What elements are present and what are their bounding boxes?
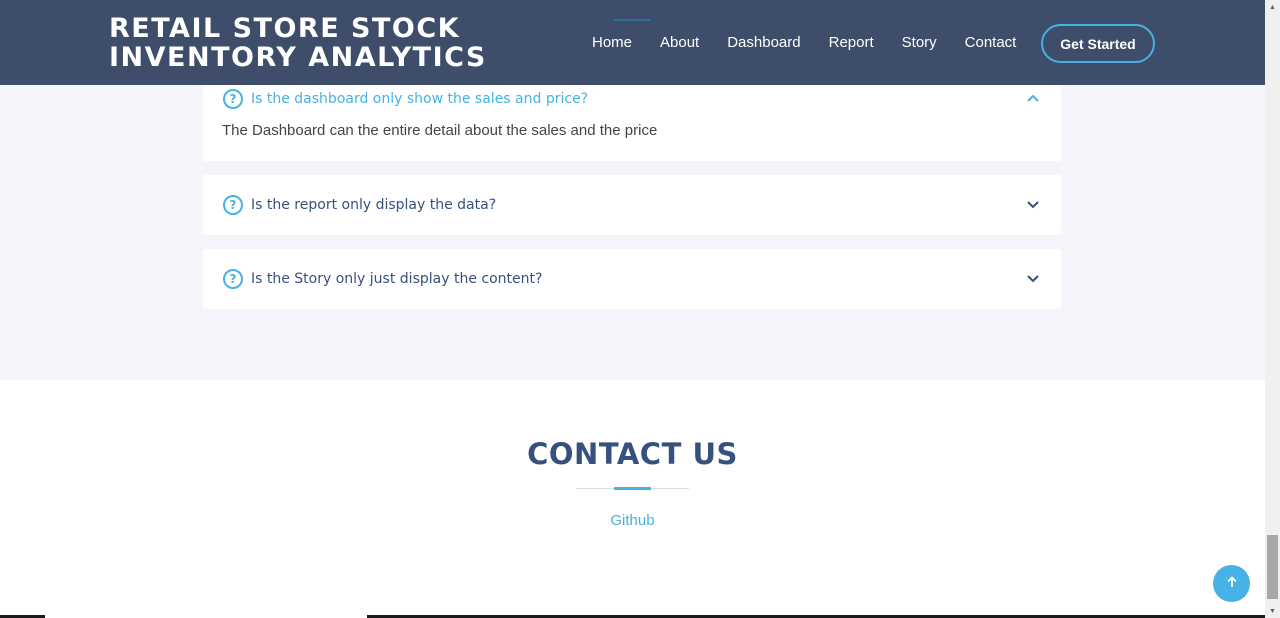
logo-line-2: INVENTORY ANALYTICS: [109, 42, 487, 73]
question-circle-icon: ?: [223, 269, 243, 289]
faq-question-text: Is the report only display the data?: [251, 197, 497, 213]
scroll-up-arrow-icon[interactable]: ▲: [1265, 0, 1280, 14]
chevron-up-icon[interactable]: [1027, 92, 1039, 104]
site-header: RETAIL STORE STOCK INVENTORY ANALYTICS H…: [0, 0, 1265, 85]
contact-section: CONTACT US: [0, 380, 1265, 618]
faq-question-text: Is the dashboard only show the sales and…: [251, 91, 589, 107]
main-nav: Home About Dashboard Report Story Contac…: [592, 0, 1044, 85]
site-logo[interactable]: RETAIL STORE STOCK INVENTORY ANALYTICS: [109, 14, 487, 72]
logo-line-1: RETAIL STORE STOCK: [109, 13, 461, 44]
faq-question-toggle[interactable]: ? Is the report only display the data?: [223, 195, 496, 215]
nav-home[interactable]: Home: [592, 34, 632, 51]
nav-about[interactable]: About: [660, 34, 699, 51]
scrollbar-thumb[interactable]: [1267, 535, 1278, 599]
faq-item: ? Is the report only display the data?: [203, 175, 1061, 235]
title-divider-accent: [614, 487, 651, 490]
get-started-button[interactable]: Get Started: [1041, 24, 1155, 63]
back-to-top-button[interactable]: [1213, 565, 1250, 602]
contact-title: CONTACT US: [527, 437, 738, 471]
arrow-up-icon: [1226, 575, 1238, 593]
chevron-down-icon[interactable]: [1027, 273, 1039, 285]
question-circle-icon: ?: [223, 89, 243, 109]
nav-contact[interactable]: Contact: [965, 34, 1017, 51]
nav-story[interactable]: Story: [902, 34, 937, 51]
faq-question-toggle[interactable]: ? Is the dashboard only show the sales a…: [223, 89, 588, 109]
page-scrollbar[interactable]: ▲ ▼: [1265, 0, 1280, 618]
faq-answer-text: The Dashboard can the entire detail abou…: [222, 122, 658, 139]
github-link[interactable]: Github: [0, 512, 1265, 529]
chevron-down-icon[interactable]: [1027, 199, 1039, 211]
question-circle-icon: ?: [223, 195, 243, 215]
scroll-down-arrow-icon[interactable]: ▼: [1265, 604, 1280, 618]
faq-item: ? Is the Story only just display the con…: [203, 249, 1061, 309]
nav-report[interactable]: Report: [829, 34, 874, 51]
nav-dashboard[interactable]: Dashboard: [727, 34, 800, 51]
faq-question-toggle[interactable]: ? Is the Story only just display the con…: [223, 269, 542, 289]
faq-question-text: Is the Story only just display the conte…: [251, 271, 543, 287]
